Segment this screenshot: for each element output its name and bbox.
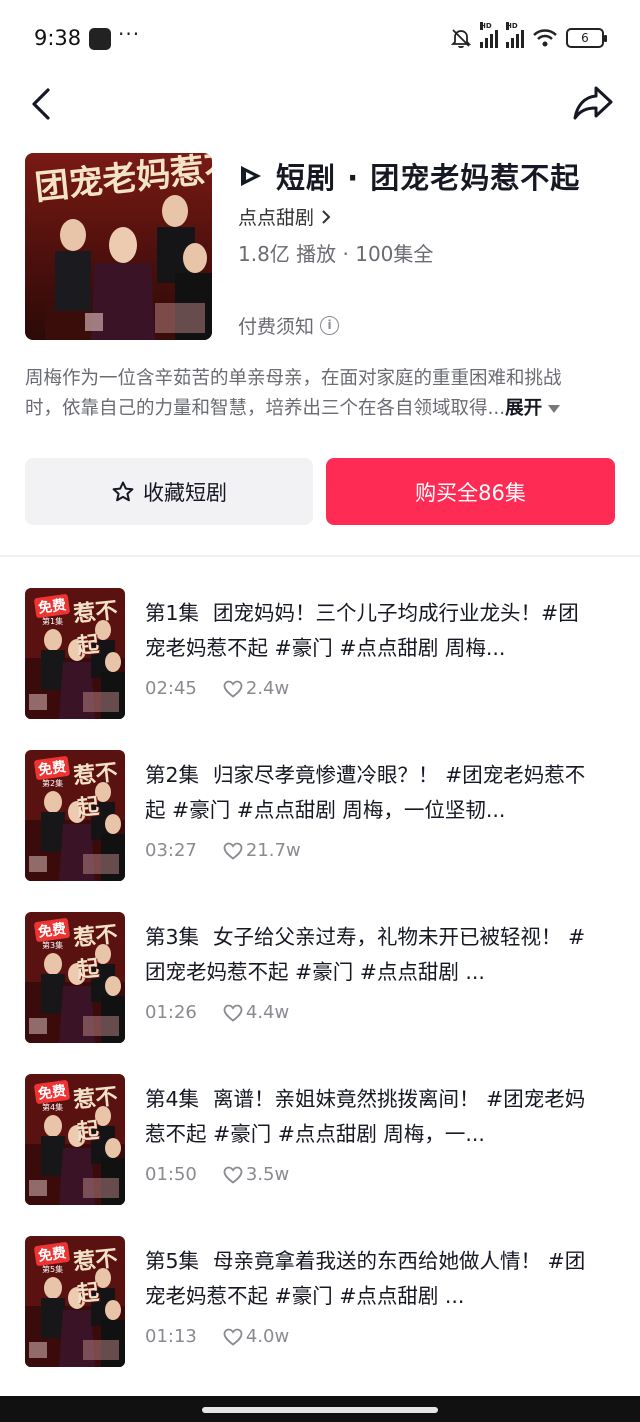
episode-thumbnail[interactable]: 免费 第2集 惹不起 — [25, 750, 125, 881]
info-icon: i — [320, 316, 340, 335]
favorite-label: 收藏短剧 — [143, 480, 227, 505]
episode-title[interactable]: 第3集 女子给父亲过寿，礼物未开已被轻视！ #团宠老妈惹不起 #豪门 #点点甜剧 … — [145, 920, 595, 990]
drama-cover-image[interactable]: 团宠老妈惹不起 — [25, 153, 212, 340]
episode-tag: 第4集 — [42, 1103, 64, 1112]
episode-tag: 第2集 — [42, 779, 64, 788]
chevron-right-icon — [322, 209, 331, 224]
episode-description: 离谱！亲姐妹竟然挑拨离间！ #团宠老妈惹不起 #豪门 #点点甜剧 周梅，一... — [145, 1087, 586, 1146]
play-stats: 1.8亿 播放 · 100集全 — [238, 242, 434, 266]
episode-likes: 4.0w — [245, 1326, 290, 1347]
home-indicator[interactable] — [202, 1407, 438, 1413]
episode-meta: 03:27 21.7w — [145, 840, 301, 861]
chevron-left-icon — [32, 88, 50, 120]
description-line: 周梅作为一位含辛茹苦的单亲母亲，在面对家庭的重重困难和挑战 — [25, 368, 562, 389]
episode-likes: 3.5w — [245, 1164, 290, 1185]
thumbnail-title: 惹不起 — [72, 597, 119, 660]
episode-item[interactable]: 免费 第5集 惹不起 第5集 母亲竟拿着我送的东西给她做人情！ #团宠老妈惹不起 … — [25, 1236, 615, 1368]
episode-description: 母亲竟拿着我送的东西给她做人情！ #团宠老妈惹不起 #豪门 #点点甜剧 ... — [145, 1249, 586, 1308]
episode-title[interactable]: 第2集 归家尽孝竟惨遭冷眼？！ #团宠老妈惹不起 #豪门 #点点甜剧 周梅，一位坚… — [145, 758, 595, 828]
publisher-link[interactable]: 点点甜剧 — [238, 203, 332, 230]
episode-duration: 02:45 — [145, 678, 197, 699]
episode-duration: 03:27 — [145, 840, 197, 861]
episode-title[interactable]: 第5集 母亲竟拿着我送的东西给她做人情！ #团宠老妈惹不起 #豪门 #点点甜剧 .… — [145, 1244, 595, 1314]
heart-icon — [223, 680, 243, 698]
pay-note-label: 付费须知 — [238, 316, 315, 338]
mute-bell-icon — [450, 29, 472, 49]
buy-label: 购买全86集 — [415, 480, 526, 505]
heart-icon — [223, 842, 243, 860]
episode-likes: 21.7w — [245, 840, 301, 861]
episode-meta: 01:50 3.5w — [145, 1164, 289, 1185]
heart-icon — [223, 1004, 243, 1022]
episode-meta: 01:13 4.0w — [145, 1326, 289, 1347]
episode-title[interactable]: 第1集 团宠妈妈！三个儿子均成行业龙头！#团宠老妈惹不起 #豪门 #点点甜剧 周梅… — [145, 596, 595, 666]
episode-number: 第1集 — [145, 601, 200, 625]
buy-all-episodes-button[interactable]: 购买全86集 — [326, 458, 615, 525]
heart-icon — [223, 1328, 243, 1346]
episode-duration: 01:26 — [145, 1002, 197, 1023]
episode-number: 第4集 — [145, 1087, 200, 1111]
status-time: 9:38 — [34, 26, 82, 50]
wifi-icon — [533, 29, 557, 47]
signal-icon: HD — [480, 22, 498, 48]
thumbnail-title: 惹不起 — [72, 759, 119, 822]
battery-icon: 6 — [566, 28, 607, 48]
episode-meta: 02:45 2.4w — [145, 678, 289, 699]
play-logo-icon — [241, 166, 261, 186]
caret-down-icon — [548, 405, 561, 413]
status-icons: HD HD 6 — [450, 22, 607, 49]
episode-thumbnail[interactable]: 免费 第5集 惹不起 — [25, 1236, 125, 1367]
signal-icon: HD — [506, 22, 524, 48]
episode-thumbnail[interactable]: 免费 第4集 惹不起 — [25, 1074, 125, 1205]
episode-tag: 第3集 — [42, 941, 64, 950]
share-arrow-icon — [573, 86, 613, 120]
thumbnail-title: 惹不起 — [72, 1245, 119, 1308]
episode-number: 第2集 — [145, 763, 200, 787]
episode-likes: 4.4w — [245, 1002, 290, 1023]
episode-likes: 2.4w — [245, 678, 290, 699]
thumbnail-title: 惹不起 — [72, 921, 119, 984]
star-icon — [112, 481, 134, 501]
episode-tag: 第5集 — [42, 1265, 64, 1274]
episode-description: 团宠妈妈！三个儿子均成行业龙头！#团宠老妈惹不起 #豪门 #点点甜剧 周梅... — [145, 601, 579, 660]
description-line: 时，依靠自己的力量和智慧，培养出三个在各自领域取得... — [25, 398, 506, 419]
status-bar: 9:38 ··· HD HD 6 — [0, 0, 640, 78]
episode-meta: 01:26 4.4w — [145, 1002, 289, 1023]
heart-icon — [223, 1166, 243, 1184]
episode-description: 女子给父亲过寿，礼物未开已被轻视！ #团宠老妈惹不起 #豪门 #点点甜剧 ... — [145, 925, 586, 984]
episode-item[interactable]: 免费 第4集 惹不起 第4集 离谱！亲姐妹竟然挑拨离间！ #团宠老妈惹不起 #豪门… — [25, 1074, 615, 1206]
episode-item[interactable]: 免费 第3集 惹不起 第3集 女子给父亲过寿，礼物未开已被轻视！ #团宠老妈惹不起… — [25, 912, 615, 1044]
divider — [0, 555, 640, 557]
share-button[interactable] — [572, 84, 614, 122]
pay-note-link[interactable]: 付费须知 i — [238, 312, 340, 339]
episode-duration: 01:13 — [145, 1326, 197, 1347]
publisher-name: 点点甜剧 — [238, 207, 315, 229]
expand-button[interactable]: 展开 — [505, 398, 542, 419]
back-button[interactable] — [24, 84, 64, 124]
drama-title: 短剧 · 团宠老妈惹不起 — [276, 161, 581, 195]
episode-item[interactable]: 免费 第2集 惹不起 第2集 归家尽孝竟惨遭冷眼？！ #团宠老妈惹不起 #豪门 #… — [25, 750, 615, 882]
episode-tag: 第1集 — [42, 617, 64, 626]
thumbnail-title: 惹不起 — [72, 1083, 119, 1146]
episode-item[interactable]: 免费 第1集 惹不起 第1集 团宠妈妈！三个儿子均成行业龙头！#团宠老妈惹不起 #… — [25, 588, 615, 720]
episode-title[interactable]: 第4集 离谱！亲姐妹竟然挑拨离间！ #团宠老妈惹不起 #豪门 #点点甜剧 周梅，一… — [145, 1082, 595, 1152]
episode-thumbnail[interactable]: 免费 第3集 惹不起 — [25, 912, 125, 1043]
episode-thumbnail[interactable]: 免费 第1集 惹不起 — [25, 588, 125, 719]
episode-description: 归家尽孝竟惨遭冷眼？！ #团宠老妈惹不起 #豪门 #点点甜剧 周梅，一位坚韧..… — [145, 763, 586, 822]
favorite-drama-button[interactable]: 收藏短剧 — [25, 458, 313, 525]
episode-number: 第3集 — [145, 925, 200, 949]
drama-description: 周梅作为一位含辛茹苦的单亲母亲，在面对家庭的重重困难和挑战 时，依靠自己的力量和… — [25, 364, 615, 424]
app-notification-icon — [89, 28, 111, 50]
drama-title-row: 短剧 · 团宠老妈惹不起 — [238, 155, 580, 197]
episode-duration: 01:50 — [145, 1164, 197, 1185]
episode-number: 第5集 — [145, 1249, 200, 1273]
status-more-icon: ··· — [118, 22, 141, 46]
